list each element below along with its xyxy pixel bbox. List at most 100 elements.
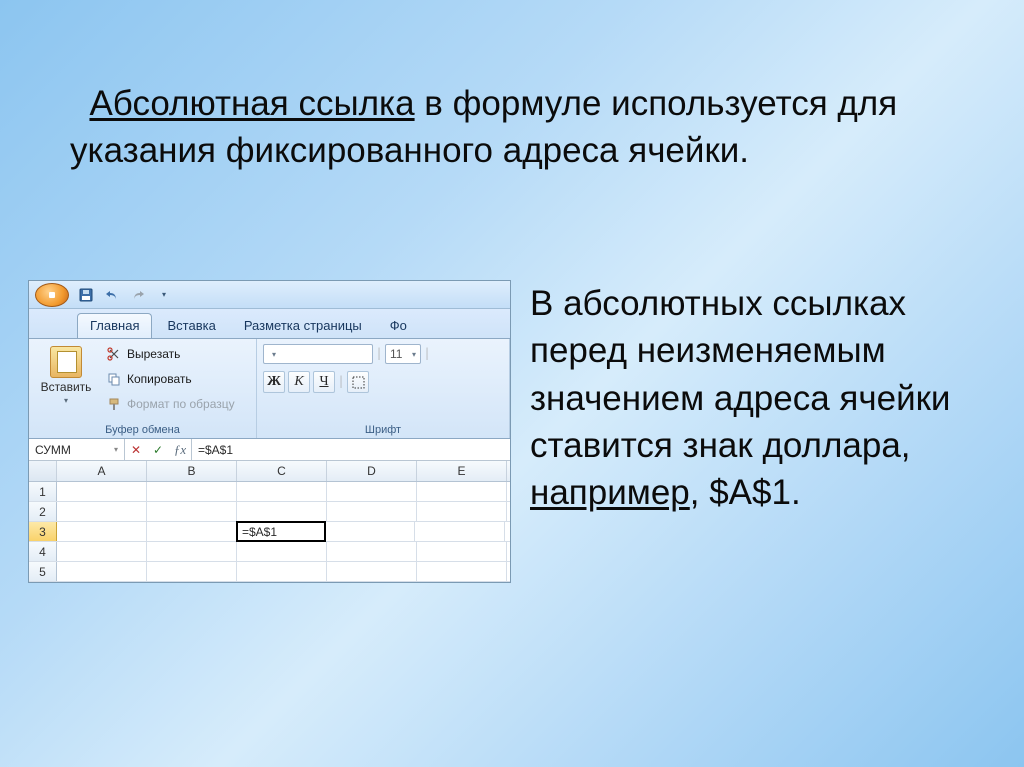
cell[interactable] — [327, 482, 417, 501]
cut-button[interactable]: Вырезать — [101, 343, 240, 365]
chevron-down-icon: ▾ — [64, 396, 68, 405]
cell[interactable] — [147, 482, 237, 501]
clipboard-group-label: Буфер обмена — [35, 422, 250, 436]
brush-icon — [106, 396, 122, 412]
select-all-corner[interactable] — [29, 461, 57, 481]
copy-icon — [106, 371, 122, 387]
cell[interactable] — [57, 562, 147, 581]
group-clipboard: Вставить ▾ Вырезать Копировать — [29, 339, 257, 438]
cell[interactable] — [237, 502, 327, 521]
paste-button[interactable]: Вставить ▾ — [35, 343, 97, 408]
group-font: ▾ | 11▾ | Ж К Ч | Шрифт — [257, 339, 510, 438]
qat-dropdown-icon[interactable]: ▾ — [153, 285, 175, 305]
cell[interactable] — [147, 562, 237, 581]
save-icon[interactable] — [75, 285, 97, 305]
active-cell[interactable]: =$A$1 — [236, 521, 326, 542]
office-button[interactable] — [35, 283, 69, 307]
redo-icon[interactable] — [127, 285, 149, 305]
cell[interactable] — [237, 562, 327, 581]
insert-function-button[interactable]: ƒx — [169, 439, 191, 460]
paragraph-2: В абсолютных ссылках перед неизменяемым … — [530, 280, 980, 516]
separator: | — [424, 343, 430, 365]
formula-bar-row: СУММ ▾ ✕ ✓ ƒx =$A$1 — [29, 439, 510, 461]
paste-label: Вставить — [41, 380, 92, 394]
cell[interactable] — [417, 502, 507, 521]
copy-button[interactable]: Копировать — [101, 368, 240, 390]
separator: | — [376, 343, 382, 365]
cell[interactable] — [57, 542, 147, 561]
row-header[interactable]: 4 — [29, 542, 57, 561]
italic-button[interactable]: К — [288, 371, 310, 393]
tab-page-layout[interactable]: Разметка страницы — [231, 313, 375, 338]
title-bar: ▾ — [29, 281, 510, 309]
ribbon-tabs: Главная Вставка Разметка страницы Фо — [29, 309, 510, 339]
font-size-dropdown[interactable]: 11▾ — [385, 344, 421, 364]
grid-row: 4 — [29, 542, 510, 562]
clipboard-icon — [50, 346, 82, 378]
tab-home[interactable]: Главная — [77, 313, 152, 338]
cell[interactable] — [147, 542, 237, 561]
tab-insert[interactable]: Вставка — [154, 313, 228, 338]
ribbon: Вставить ▾ Вырезать Копировать — [29, 339, 510, 439]
column-headers: A B C D E — [29, 461, 510, 482]
border-button[interactable] — [347, 371, 369, 393]
formula-bar-buttons: ✕ ✓ ƒx — [125, 439, 192, 460]
copy-label: Копировать — [127, 372, 192, 386]
para2-t2: , $A$1. — [690, 473, 801, 512]
formula-bar-value: =$A$1 — [198, 443, 233, 457]
spreadsheet-grid: A B C D E 1 2 3 =$A$1 4 5 — [29, 461, 510, 582]
bold-button[interactable]: Ж — [263, 371, 285, 393]
formula-bar-input[interactable]: =$A$1 — [192, 439, 510, 460]
format-painter-label: Формат по образцу — [127, 397, 235, 411]
cell[interactable] — [325, 522, 415, 541]
cell[interactable] — [417, 562, 507, 581]
underline-button[interactable]: Ч — [313, 371, 335, 393]
cell[interactable] — [237, 542, 327, 561]
undo-icon[interactable] — [101, 285, 123, 305]
row-header[interactable]: 3 — [29, 522, 57, 541]
grid-row: 5 — [29, 562, 510, 582]
cell[interactable] — [147, 502, 237, 521]
cell[interactable] — [147, 522, 237, 541]
chevron-down-icon: ▾ — [272, 350, 276, 359]
para2-example: например — [530, 473, 690, 512]
enter-formula-button[interactable]: ✓ — [147, 439, 169, 460]
excel-window: ▾ Главная Вставка Разметка страницы Фо В… — [28, 280, 511, 583]
row-header[interactable]: 2 — [29, 502, 57, 521]
name-box-value: СУММ — [35, 443, 71, 457]
cell[interactable] — [327, 502, 417, 521]
row-header[interactable]: 1 — [29, 482, 57, 501]
tab-formulas[interactable]: Фо — [377, 313, 420, 338]
grid-row: 1 — [29, 482, 510, 502]
name-box[interactable]: СУММ ▾ — [29, 439, 125, 460]
scissors-icon — [106, 346, 122, 362]
cell[interactable] — [327, 542, 417, 561]
cell[interactable] — [57, 502, 147, 521]
para2-t1: В абсолютных ссылках перед неизменяемым … — [530, 284, 950, 465]
chevron-down-icon: ▾ — [114, 445, 118, 454]
separator: | — [338, 371, 344, 393]
format-painter-button[interactable]: Формат по образцу — [101, 393, 240, 415]
col-header[interactable]: B — [147, 461, 237, 481]
chevron-down-icon: ▾ — [412, 350, 416, 359]
cell[interactable] — [417, 482, 507, 501]
grid-row: 3 =$A$1 — [29, 522, 510, 542]
cell[interactable] — [417, 542, 507, 561]
cell[interactable] — [237, 482, 327, 501]
font-family-dropdown[interactable]: ▾ — [263, 344, 373, 364]
font-group-label: Шрифт — [263, 422, 503, 436]
cell[interactable] — [57, 522, 147, 541]
row-header[interactable]: 5 — [29, 562, 57, 581]
cell[interactable] — [415, 522, 505, 541]
col-header[interactable]: C — [237, 461, 327, 481]
cell[interactable] — [57, 482, 147, 501]
col-header[interactable]: E — [417, 461, 507, 481]
col-header[interactable]: A — [57, 461, 147, 481]
cancel-formula-button[interactable]: ✕ — [125, 439, 147, 460]
col-header[interactable]: D — [327, 461, 417, 481]
cell[interactable] — [327, 562, 417, 581]
quick-access-toolbar: ▾ — [75, 285, 175, 305]
grid-row: 2 — [29, 502, 510, 522]
cut-label: Вырезать — [127, 347, 180, 361]
paragraph-1: Абсолютная ссылка в формуле используется… — [70, 80, 990, 175]
